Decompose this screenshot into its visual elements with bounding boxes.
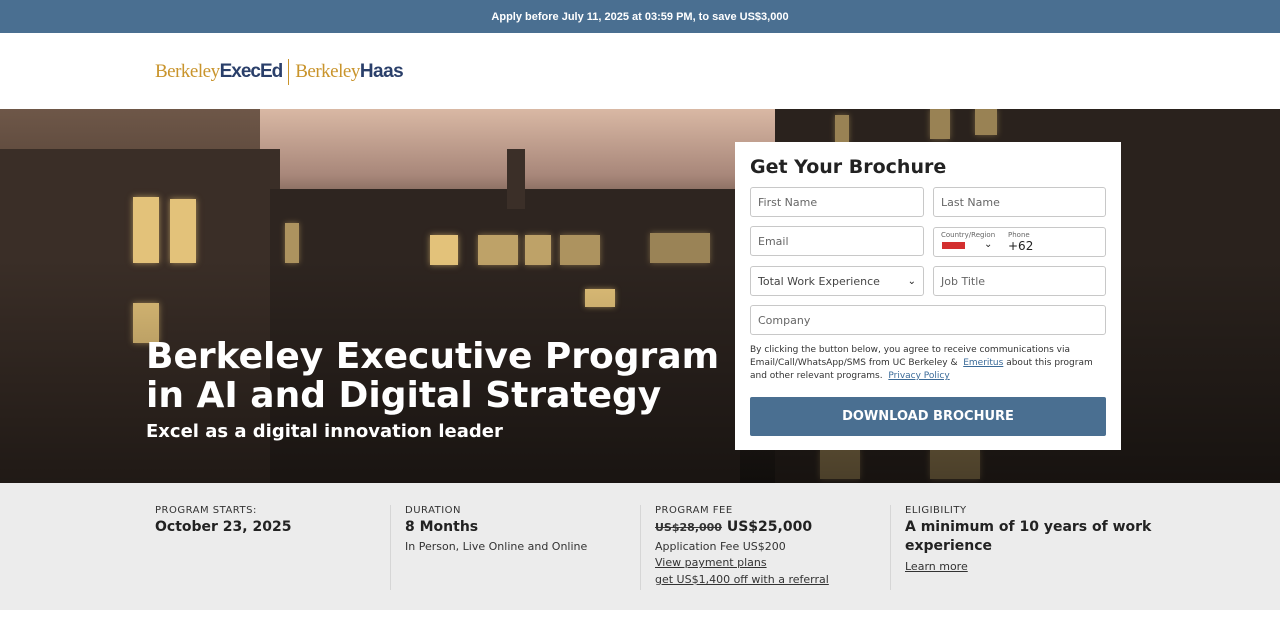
duration-column: DURATION 8 Months In Person, Live Online…: [405, 483, 635, 610]
promo-banner: Apply before July 11, 2025 at 03:59 PM, …: [0, 0, 1280, 33]
logo-text-berkeley-2: Berkeley: [295, 61, 360, 82]
work-experience-value: Total Work Experience: [758, 274, 880, 288]
program-fee-column: PROGRAM FEE US$28,000 US$25,000 Applicat…: [655, 483, 885, 610]
country-flag-icon[interactable]: [942, 242, 965, 249]
duration-value: 8 Months: [405, 519, 479, 535]
phone-label: Phone: [1008, 231, 1030, 239]
job-title-placeholder: Job Title: [941, 274, 986, 288]
eligibility-value-line-2: experience: [905, 538, 993, 554]
first-name-placeholder: First Name: [758, 195, 818, 209]
berkeley-logo[interactable]: Berkeley ExecEd Berkeley Haas: [155, 57, 404, 87]
logo-text-berkeley: Berkeley: [155, 61, 220, 82]
hero-subtitle: Excel as a digital innovation leader: [146, 421, 503, 442]
first-name-input[interactable]: First Name: [750, 187, 924, 217]
consent-text: By clicking the button below, you agree …: [750, 344, 1106, 383]
learn-more-link[interactable]: Learn more: [905, 560, 968, 573]
phone-field[interactable]: Country/Region Phone ⌄ +62: [933, 227, 1106, 257]
country-region-label: Country/Region: [941, 231, 996, 239]
phone-value[interactable]: +62: [1008, 239, 1033, 253]
work-experience-select[interactable]: Total Work Experience ⌄: [750, 266, 924, 296]
duration-label: DURATION: [405, 505, 462, 516]
privacy-policy-link[interactable]: Privacy Policy: [888, 371, 949, 381]
promo-banner-text: Apply before July 11, 2025 at 03:59 PM, …: [491, 10, 789, 23]
download-brochure-button[interactable]: DOWNLOAD BROCHURE: [750, 397, 1106, 436]
program-start-column: PROGRAM STARTS: October 23, 2025: [155, 483, 385, 610]
program-info-bar: PROGRAM STARTS: October 23, 2025 DURATIO…: [0, 483, 1280, 610]
form-heading: Get Your Brochure: [750, 156, 947, 178]
program-start-label: PROGRAM STARTS:: [155, 505, 257, 516]
eligibility-value-line-1: A minimum of 10 years of work: [905, 519, 1152, 535]
program-fee-value: US$28,000 US$25,000: [655, 519, 812, 535]
page-bottom: [0, 610, 1280, 632]
chevron-down-icon: ⌄: [907, 275, 916, 287]
program-fee-label: PROGRAM FEE: [655, 505, 733, 516]
site-header: Berkeley ExecEd Berkeley Haas: [0, 33, 1280, 109]
current-price: US$25,000: [726, 519, 813, 535]
divider: [390, 505, 391, 590]
divider: [890, 505, 891, 590]
eligibility-column: ELIGIBILITY A minimum of 10 years of wor…: [905, 483, 1151, 610]
brochure-form: Get Your Brochure First Name Last Name E…: [735, 142, 1121, 450]
logo-divider: [288, 59, 290, 85]
logo-text-execed: ExecEd: [219, 61, 284, 82]
email-placeholder: Email: [758, 234, 789, 248]
company-input[interactable]: Company: [750, 305, 1106, 335]
email-input[interactable]: Email: [750, 226, 924, 256]
logo-text-haas: Haas: [359, 61, 404, 82]
last-name-placeholder: Last Name: [941, 195, 1000, 209]
chevron-down-icon[interactable]: ⌄: [984, 239, 992, 250]
eligibility-label: ELIGIBILITY: [905, 505, 967, 516]
program-start-value: October 23, 2025: [155, 519, 292, 535]
job-title-input[interactable]: Job Title: [933, 266, 1106, 296]
duration-detail: In Person, Live Online and Online: [405, 540, 588, 553]
hero-title: Berkeley Executive Program in AI and Dig…: [146, 336, 720, 416]
emeritus-link[interactable]: Emeritus: [963, 358, 1003, 368]
referral-link[interactable]: get US$1,400 off with a referral: [655, 573, 829, 586]
application-fee: Application Fee US$200: [655, 540, 786, 553]
old-price: US$28,000: [655, 521, 722, 534]
divider: [640, 505, 641, 590]
company-placeholder: Company: [758, 313, 811, 327]
last-name-input[interactable]: Last Name: [933, 187, 1106, 217]
payment-plans-link[interactable]: View payment plans: [655, 556, 767, 569]
